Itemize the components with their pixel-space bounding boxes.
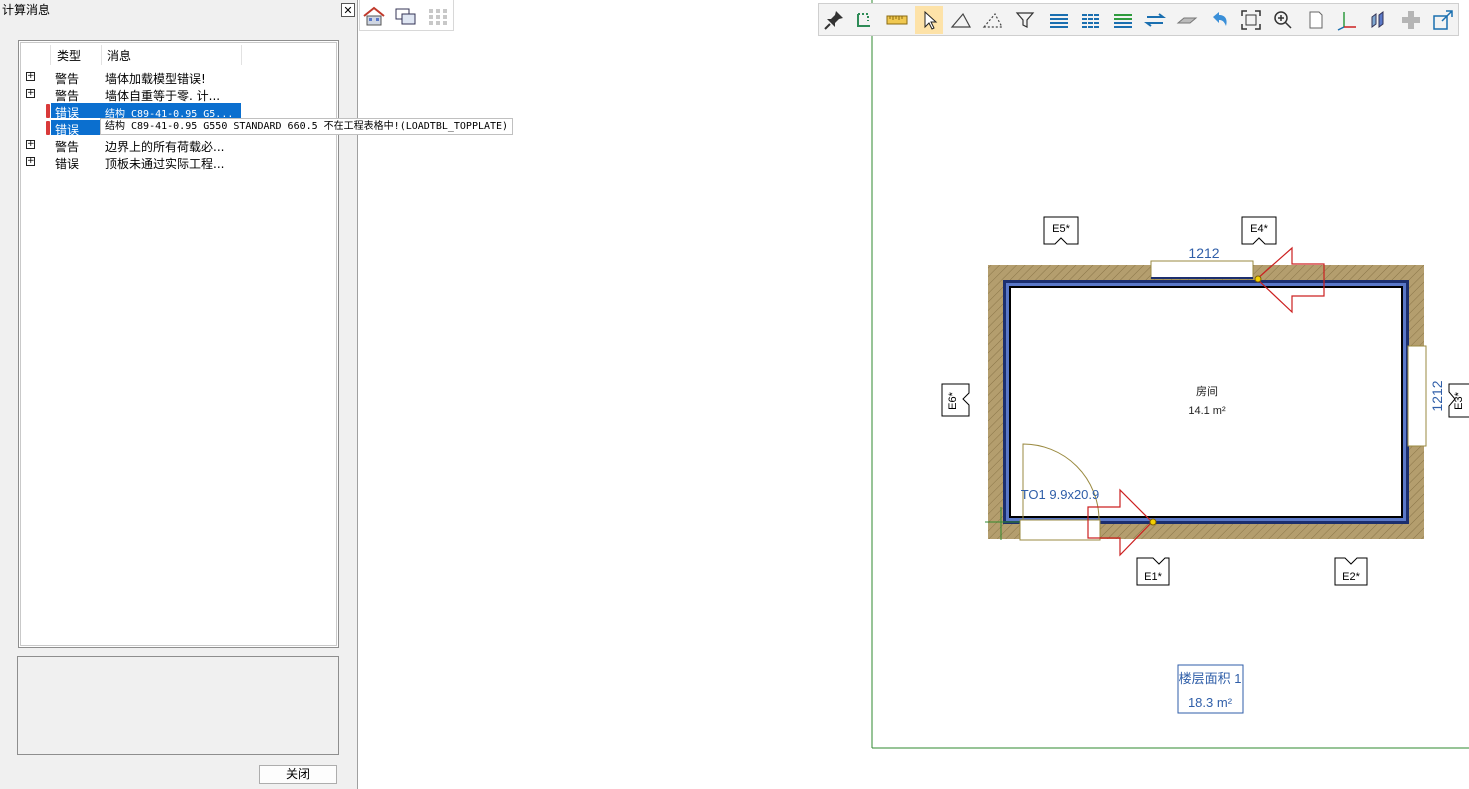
filter-icon[interactable] bbox=[1011, 6, 1039, 34]
svg-text:E4*: E4* bbox=[1250, 223, 1268, 235]
room-name: 房间 bbox=[1196, 385, 1218, 398]
list-item[interactable]: + 警告 墙体自重等于零. 计... bbox=[21, 86, 341, 103]
plane-icon[interactable] bbox=[1173, 6, 1201, 34]
layers-alt-icon[interactable] bbox=[1077, 6, 1105, 34]
list-item[interactable]: + 错误 顶板未通过实际工程... bbox=[21, 154, 341, 171]
elevation-marker-e1[interactable]: E1* bbox=[1136, 557, 1170, 586]
rotate-select-icon[interactable] bbox=[850, 6, 878, 34]
house-view-icon[interactable] bbox=[362, 5, 386, 27]
elevation-marker-e3[interactable]: E3* bbox=[1448, 383, 1469, 418]
floor-area-title: 楼层面积 1 bbox=[1179, 671, 1242, 686]
expand-icon[interactable]: + bbox=[26, 157, 35, 166]
window-top-label: 1212 bbox=[1188, 245, 1219, 261]
message-tooltip: 结构 C89-41-0.95 G550 STANDARD 660.5 不在工程表… bbox=[100, 118, 514, 135]
window-top[interactable] bbox=[1150, 260, 1254, 280]
ruler-icon[interactable] bbox=[883, 6, 911, 34]
error-marker-icon bbox=[46, 104, 50, 118]
svg-text:E3*: E3* bbox=[1453, 391, 1465, 409]
elevation-marker-e2[interactable]: E2* bbox=[1334, 557, 1368, 586]
cursor-icon[interactable] bbox=[915, 6, 943, 34]
floor-area-value: 18.3 m² bbox=[1188, 695, 1233, 710]
layers-swap-icon[interactable] bbox=[1141, 6, 1169, 34]
page-icon[interactable] bbox=[1301, 6, 1329, 34]
walls-3d-icon[interactable] bbox=[1365, 6, 1393, 34]
svg-text:E2*: E2* bbox=[1342, 571, 1360, 583]
plus-icon[interactable] bbox=[1397, 6, 1425, 34]
expand-icon[interactable]: + bbox=[26, 72, 35, 81]
column-header-message[interactable]: 消息 bbox=[107, 47, 131, 64]
zoom-in-icon[interactable] bbox=[1269, 6, 1297, 34]
message-detail-box bbox=[17, 656, 339, 755]
windows-view-icon[interactable] bbox=[394, 5, 418, 27]
layers-blue-icon[interactable] bbox=[1045, 6, 1073, 34]
svg-text:E6*: E6* bbox=[947, 391, 959, 409]
svg-text:E5*: E5* bbox=[1052, 223, 1070, 235]
room-area: 14.1 m² bbox=[1188, 405, 1226, 417]
window-right[interactable] bbox=[1407, 345, 1427, 447]
error-marker-icon bbox=[46, 121, 50, 135]
grid-view-icon[interactable] bbox=[426, 5, 450, 27]
elevation-marker-e6[interactable]: E6* bbox=[941, 383, 970, 417]
expand-icon[interactable]: + bbox=[26, 89, 35, 98]
expand-icon[interactable]: + bbox=[26, 140, 35, 149]
column-header-type[interactable]: 类型 bbox=[57, 47, 81, 64]
svg-text:E1*: E1* bbox=[1144, 571, 1162, 583]
main-toolbar bbox=[818, 3, 1459, 36]
fit-frame-icon[interactable] bbox=[1237, 6, 1265, 34]
view-toolbar bbox=[359, 0, 454, 31]
wall-node[interactable] bbox=[1149, 518, 1157, 526]
list-item[interactable]: + 警告 边界上的所有荷载必... bbox=[21, 137, 341, 154]
close-button[interactable]: 关闭 bbox=[259, 765, 337, 784]
floor-area-tag[interactable]: 楼层面积 1 18.3 m² bbox=[1177, 664, 1244, 714]
elevation-marker-e5[interactable]: E5* bbox=[1043, 216, 1079, 245]
panel-title: 计算消息 bbox=[2, 3, 51, 17]
triangle-icon[interactable] bbox=[947, 6, 975, 34]
window-right-label: 1212 bbox=[1429, 380, 1445, 411]
panel-close-button[interactable]: ✕ bbox=[341, 3, 355, 17]
undo-icon[interactable] bbox=[1205, 6, 1233, 34]
list-item[interactable]: + 警告 墙体加载模型错误! bbox=[21, 69, 341, 86]
elevation-marker-e4[interactable]: E4* bbox=[1241, 216, 1277, 245]
door-label: TO1 9.9x20.9 bbox=[1021, 487, 1100, 502]
dotted-triangle-icon[interactable] bbox=[979, 6, 1007, 34]
layers-green-icon[interactable] bbox=[1109, 6, 1137, 34]
axes-icon[interactable] bbox=[1333, 6, 1361, 34]
pin-icon[interactable] bbox=[820, 6, 848, 34]
wall-node[interactable] bbox=[1254, 275, 1262, 283]
export-icon[interactable] bbox=[1429, 6, 1457, 34]
